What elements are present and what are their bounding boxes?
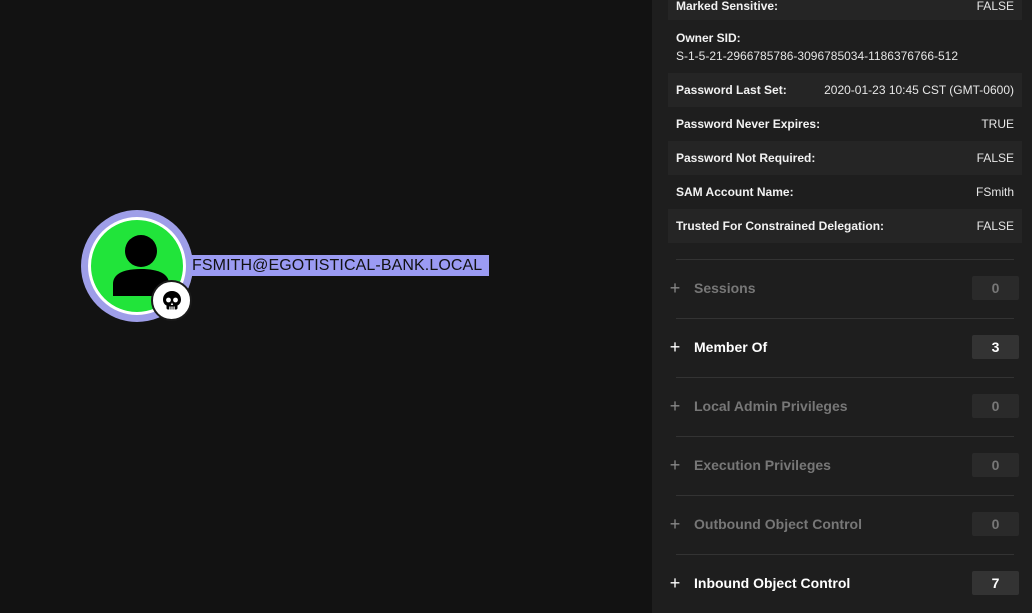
- count-badge: 7: [972, 571, 1019, 595]
- prop-value: S-1-5-21-2966785786-3096785034-118637676…: [676, 49, 959, 63]
- plus-icon: +: [669, 336, 681, 357]
- prop-value: FALSE: [976, 0, 1014, 13]
- prop-key: Trusted For Constrained Delegation:: [676, 219, 885, 233]
- plus-icon: +: [669, 395, 681, 416]
- divider: [676, 259, 1014, 260]
- prop-key: Password Not Required:: [676, 151, 816, 165]
- prop-row-password-last-set: Password Last Set: 2020-01-23 10:45 CST …: [668, 73, 1022, 107]
- prop-row-password-never-expires: Password Never Expires: TRUE: [668, 107, 1022, 141]
- divider: [676, 495, 1014, 496]
- plus-icon: +: [669, 454, 681, 475]
- divider: [676, 377, 1014, 378]
- section-inbound-object-control[interactable]: + Inbound Object Control 7: [668, 563, 1022, 603]
- count-badge: 0: [972, 512, 1019, 536]
- prop-row-password-not-required: Password Not Required: FALSE: [668, 141, 1022, 175]
- section-member-of[interactable]: + Member Of 3: [668, 327, 1022, 367]
- plus-icon: +: [669, 572, 681, 593]
- prop-value: TRUE: [981, 117, 1014, 131]
- section-title: Inbound Object Control: [694, 575, 851, 591]
- divider: [676, 554, 1014, 555]
- prop-value: 2020-01-23 10:45 CST (GMT-0600): [824, 83, 1014, 97]
- prop-key: Owner SID:: [676, 31, 741, 45]
- prop-key: Marked Sensitive:: [676, 0, 779, 13]
- section-title: Execution Privileges: [694, 457, 831, 473]
- prop-row-owner-sid: Owner SID: S-1-5-21-2966785786-309678503…: [668, 21, 1022, 73]
- prop-row-trusted-constrained-delegation: Trusted For Constrained Delegation: FALS…: [668, 209, 1022, 243]
- count-badge: 0: [972, 276, 1019, 300]
- node-label[interactable]: FSMITH@EGOTISTICAL-BANK.LOCAL: [191, 255, 490, 276]
- node-info-panel: Marked Sensitive: FALSE Owner SID: S-1-5…: [652, 0, 1032, 613]
- divider: [676, 436, 1014, 437]
- prop-value: FALSE: [976, 151, 1014, 165]
- section-title: Local Admin Privileges: [694, 398, 848, 414]
- section-local-admin-privileges[interactable]: + Local Admin Privileges 0: [668, 386, 1022, 426]
- count-badge: 0: [972, 394, 1019, 418]
- plus-icon: +: [669, 277, 681, 298]
- section-sessions[interactable]: + Sessions 0: [668, 268, 1022, 308]
- section-outbound-object-control[interactable]: + Outbound Object Control 0: [668, 504, 1022, 544]
- count-badge: 3: [972, 335, 1019, 359]
- section-title: Outbound Object Control: [694, 516, 862, 532]
- section-execution-privileges[interactable]: + Execution Privileges 0: [668, 445, 1022, 485]
- prop-value: FALSE: [976, 219, 1014, 233]
- prop-value: FSmith: [975, 185, 1014, 199]
- user-node[interactable]: [81, 210, 193, 322]
- prop-row-sam-account-name: SAM Account Name: FSmith: [668, 175, 1022, 209]
- section-title: Member Of: [694, 339, 768, 355]
- prop-row-marked-sensitive: Marked Sensitive: FALSE: [668, 0, 1022, 20]
- prop-key: SAM Account Name:: [676, 185, 794, 199]
- plus-icon: +: [669, 513, 681, 534]
- skull-icon: [151, 280, 192, 321]
- count-badge: 0: [972, 453, 1019, 477]
- section-title: Sessions: [694, 280, 756, 296]
- prop-key: Password Last Set:: [676, 83, 787, 97]
- divider: [676, 318, 1014, 319]
- prop-key: Password Never Expires:: [676, 117, 821, 131]
